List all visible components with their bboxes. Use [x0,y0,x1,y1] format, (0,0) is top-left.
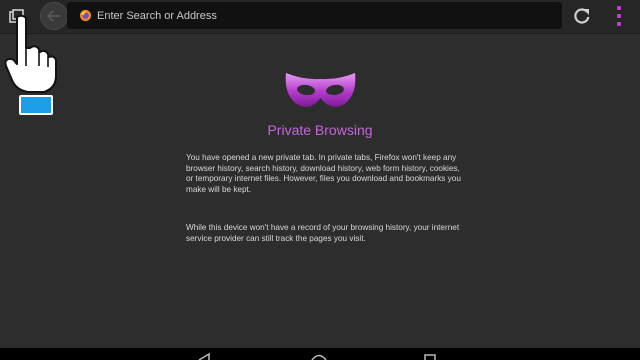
search-input[interactable] [97,9,537,22]
blue-key-icon [19,95,53,115]
menu-dot [617,14,621,18]
tracking-info-paragraph: While this device won't have a record of… [186,223,460,243]
menu-dot [617,6,621,10]
pointing-hand-icon [4,14,57,93]
android-nav-bar [0,348,640,360]
url-bar[interactable] [67,2,562,29]
private-browsing-page: Private Browsing You have opened a new p… [0,34,640,348]
globe-icon [79,9,92,22]
private-info-paragraph: You have opened a new private tab. In pr… [186,153,461,194]
menu-dot [617,22,621,26]
menu-dots-icon[interactable] [612,6,626,26]
nav-recents-icon[interactable] [424,354,436,360]
browser-toolbar [0,0,640,33]
browser-screen: Private Browsing You have opened a new p… [0,0,640,360]
mask-icon [285,73,356,107]
nav-back-icon[interactable] [198,353,210,360]
nav-home-icon[interactable] [311,353,327,360]
reload-icon[interactable] [572,6,592,26]
page-title: Private Browsing [267,122,373,138]
